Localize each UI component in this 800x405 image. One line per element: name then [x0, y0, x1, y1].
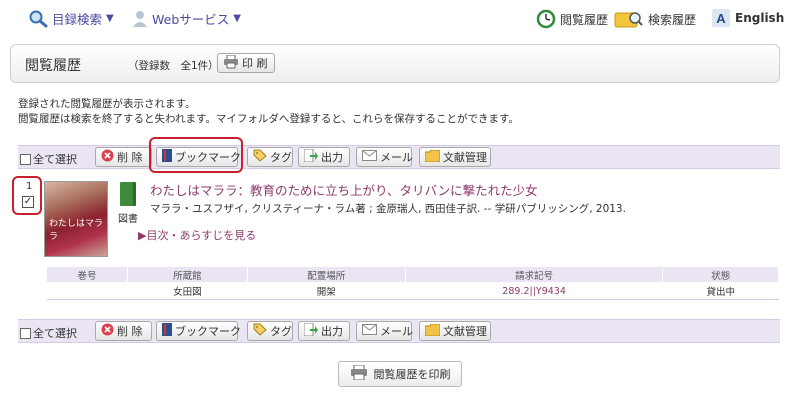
- top-navigation: 目録検索 ▼ Webサービス ▼ 閲覧履歴 検索履歴 A English: [0, 0, 800, 36]
- tag-button[interactable]: タグ: [247, 321, 293, 341]
- action-bar-bottom: 全て選択 削 除 ブックマーク タグ 出力 メール 文献管理: [18, 319, 780, 343]
- cell-status: 貸出中: [662, 282, 779, 300]
- select-all-checkbox[interactable]: [20, 327, 31, 339]
- delete-label: 削 除: [117, 151, 143, 164]
- chevron-down-icon: ▼: [106, 13, 114, 24]
- folder-search-icon: [614, 12, 643, 28]
- mail-button[interactable]: メール: [356, 321, 413, 341]
- language-icon: A: [712, 9, 730, 27]
- bibliography-button[interactable]: 文献管理: [419, 147, 491, 167]
- description-line-1: 登録された閲覧履歴が表示されます。: [18, 98, 196, 110]
- delete-label: 削 除: [117, 325, 143, 338]
- tag-label: タグ: [270, 325, 292, 338]
- web-services-label: Webサービス: [152, 12, 230, 27]
- delete-button[interactable]: 削 除: [95, 147, 152, 167]
- book-icon: [120, 182, 136, 206]
- folder-icon: [424, 149, 441, 165]
- printer-icon: [223, 54, 239, 72]
- export-label: 出力: [321, 325, 343, 338]
- user-icon: [133, 10, 147, 27]
- language-label: English: [735, 11, 785, 25]
- search-icon: [29, 10, 48, 27]
- tag-icon: [253, 323, 267, 339]
- header-call-number: 請求記号: [404, 266, 664, 283]
- header-volume: 巻号: [45, 266, 129, 283]
- cell-call-number[interactable]: 289.2||Y9434: [405, 282, 663, 300]
- bookmark-icon: [162, 323, 172, 339]
- print-button[interactable]: 印 刷: [217, 53, 275, 73]
- record-count: （登録数 全1件）: [128, 60, 219, 72]
- bookmark-button[interactable]: ブックマーク: [156, 321, 241, 341]
- export-button[interactable]: 出力: [298, 321, 350, 341]
- catalog-search-label: 目録検索: [52, 12, 103, 27]
- book-cover[interactable]: わたしはマララ: [44, 181, 108, 257]
- select-all-label: 全て選択: [33, 327, 77, 340]
- language-link[interactable]: A English: [712, 9, 784, 27]
- header-library: 所蔵館: [127, 266, 248, 283]
- cover-title: わたしはマララ: [49, 219, 104, 242]
- catalog-search-menu[interactable]: 目録検索 ▼: [28, 9, 114, 28]
- page-title: 閲覧履歴: [25, 58, 81, 74]
- record-meta: マララ・ユスフザイ, クリスティーナ・ラム著 ; 金原瑞人, 西田佳子訳. --…: [150, 203, 626, 215]
- bibliography-button[interactable]: 文献管理: [419, 321, 491, 341]
- mail-button[interactable]: メール: [356, 147, 413, 167]
- select-all-label: 全て選択: [33, 153, 77, 166]
- action-bar-top: 全て選択 削 除 ブックマーク タグ 出力 メール 文献管理: [18, 145, 780, 169]
- mail-icon: [362, 150, 377, 164]
- delete-button[interactable]: 削 除: [95, 321, 152, 341]
- print-history-button[interactable]: 閲覧履歴を印刷: [338, 361, 462, 387]
- search-history-link[interactable]: 検索履歴: [614, 9, 696, 29]
- tag-label: タグ: [270, 151, 292, 164]
- mail-icon: [362, 324, 377, 338]
- bibliography-label: 文献管理: [443, 325, 487, 338]
- bookmark-label: ブックマーク: [175, 325, 241, 338]
- printer-icon: [350, 364, 368, 383]
- history-link[interactable]: 閲覧履歴: [536, 9, 608, 29]
- history-label: 閲覧履歴: [560, 12, 609, 27]
- title-panel: 閲覧履歴 （登録数 全1件） 印 刷: [10, 44, 780, 83]
- bibliography-label: 文献管理: [443, 151, 487, 164]
- print-label: 印 刷: [242, 57, 268, 70]
- export-button[interactable]: 出力: [298, 147, 350, 167]
- holdings-table: 巻号 所蔵館 配置場所 請求記号 状態 女田図 開架 289.2||Y9434 …: [45, 266, 779, 300]
- tag-button[interactable]: タグ: [247, 147, 293, 167]
- header-status: 状態: [662, 266, 779, 283]
- mail-label: メール: [380, 151, 413, 164]
- folder-icon: [424, 323, 441, 339]
- checkbox-highlight: [12, 176, 42, 215]
- select-all[interactable]: 全て選択: [20, 151, 77, 167]
- table-row: 女田図 開架 289.2||Y9434 貸出中: [46, 282, 779, 300]
- clock-icon: [536, 9, 556, 29]
- cell-volume: [46, 282, 128, 300]
- delete-icon: [101, 323, 114, 339]
- mail-label: メール: [380, 325, 413, 338]
- web-services-menu[interactable]: Webサービス ▼: [132, 9, 241, 28]
- description-line-2: 閲覧履歴は検索を終了すると失われます。マイフォルダへ登録すると、これらを保存する…: [18, 113, 519, 125]
- record-title-link[interactable]: わたしはマララ：教育のために立ち上がり、タリバンに撃たれた少女: [150, 180, 538, 199]
- print-history-label: 閲覧履歴を印刷: [373, 368, 451, 381]
- material-type: 図書: [118, 214, 138, 225]
- export-icon: [303, 322, 318, 339]
- tag-icon: [253, 149, 267, 165]
- svg-text:A: A: [716, 11, 726, 26]
- cell-location: 開架: [247, 282, 406, 300]
- chevron-down-icon: ▼: [233, 13, 241, 24]
- bookmark-highlight: [149, 137, 243, 173]
- contents-summary-link[interactable]: ▶目次・あらすじを見る: [138, 227, 256, 243]
- select-all-checkbox[interactable]: [20, 153, 31, 165]
- holdings-header-row: 巻号 所蔵館 配置場所 請求記号 状態: [45, 266, 779, 283]
- delete-icon: [101, 149, 114, 165]
- search-history-label: 検索履歴: [648, 12, 697, 27]
- cell-library: 女田図: [127, 282, 248, 300]
- select-all[interactable]: 全て選択: [20, 325, 77, 341]
- export-icon: [303, 148, 318, 165]
- export-label: 出力: [321, 151, 343, 164]
- header-location: 配置場所: [246, 266, 406, 283]
